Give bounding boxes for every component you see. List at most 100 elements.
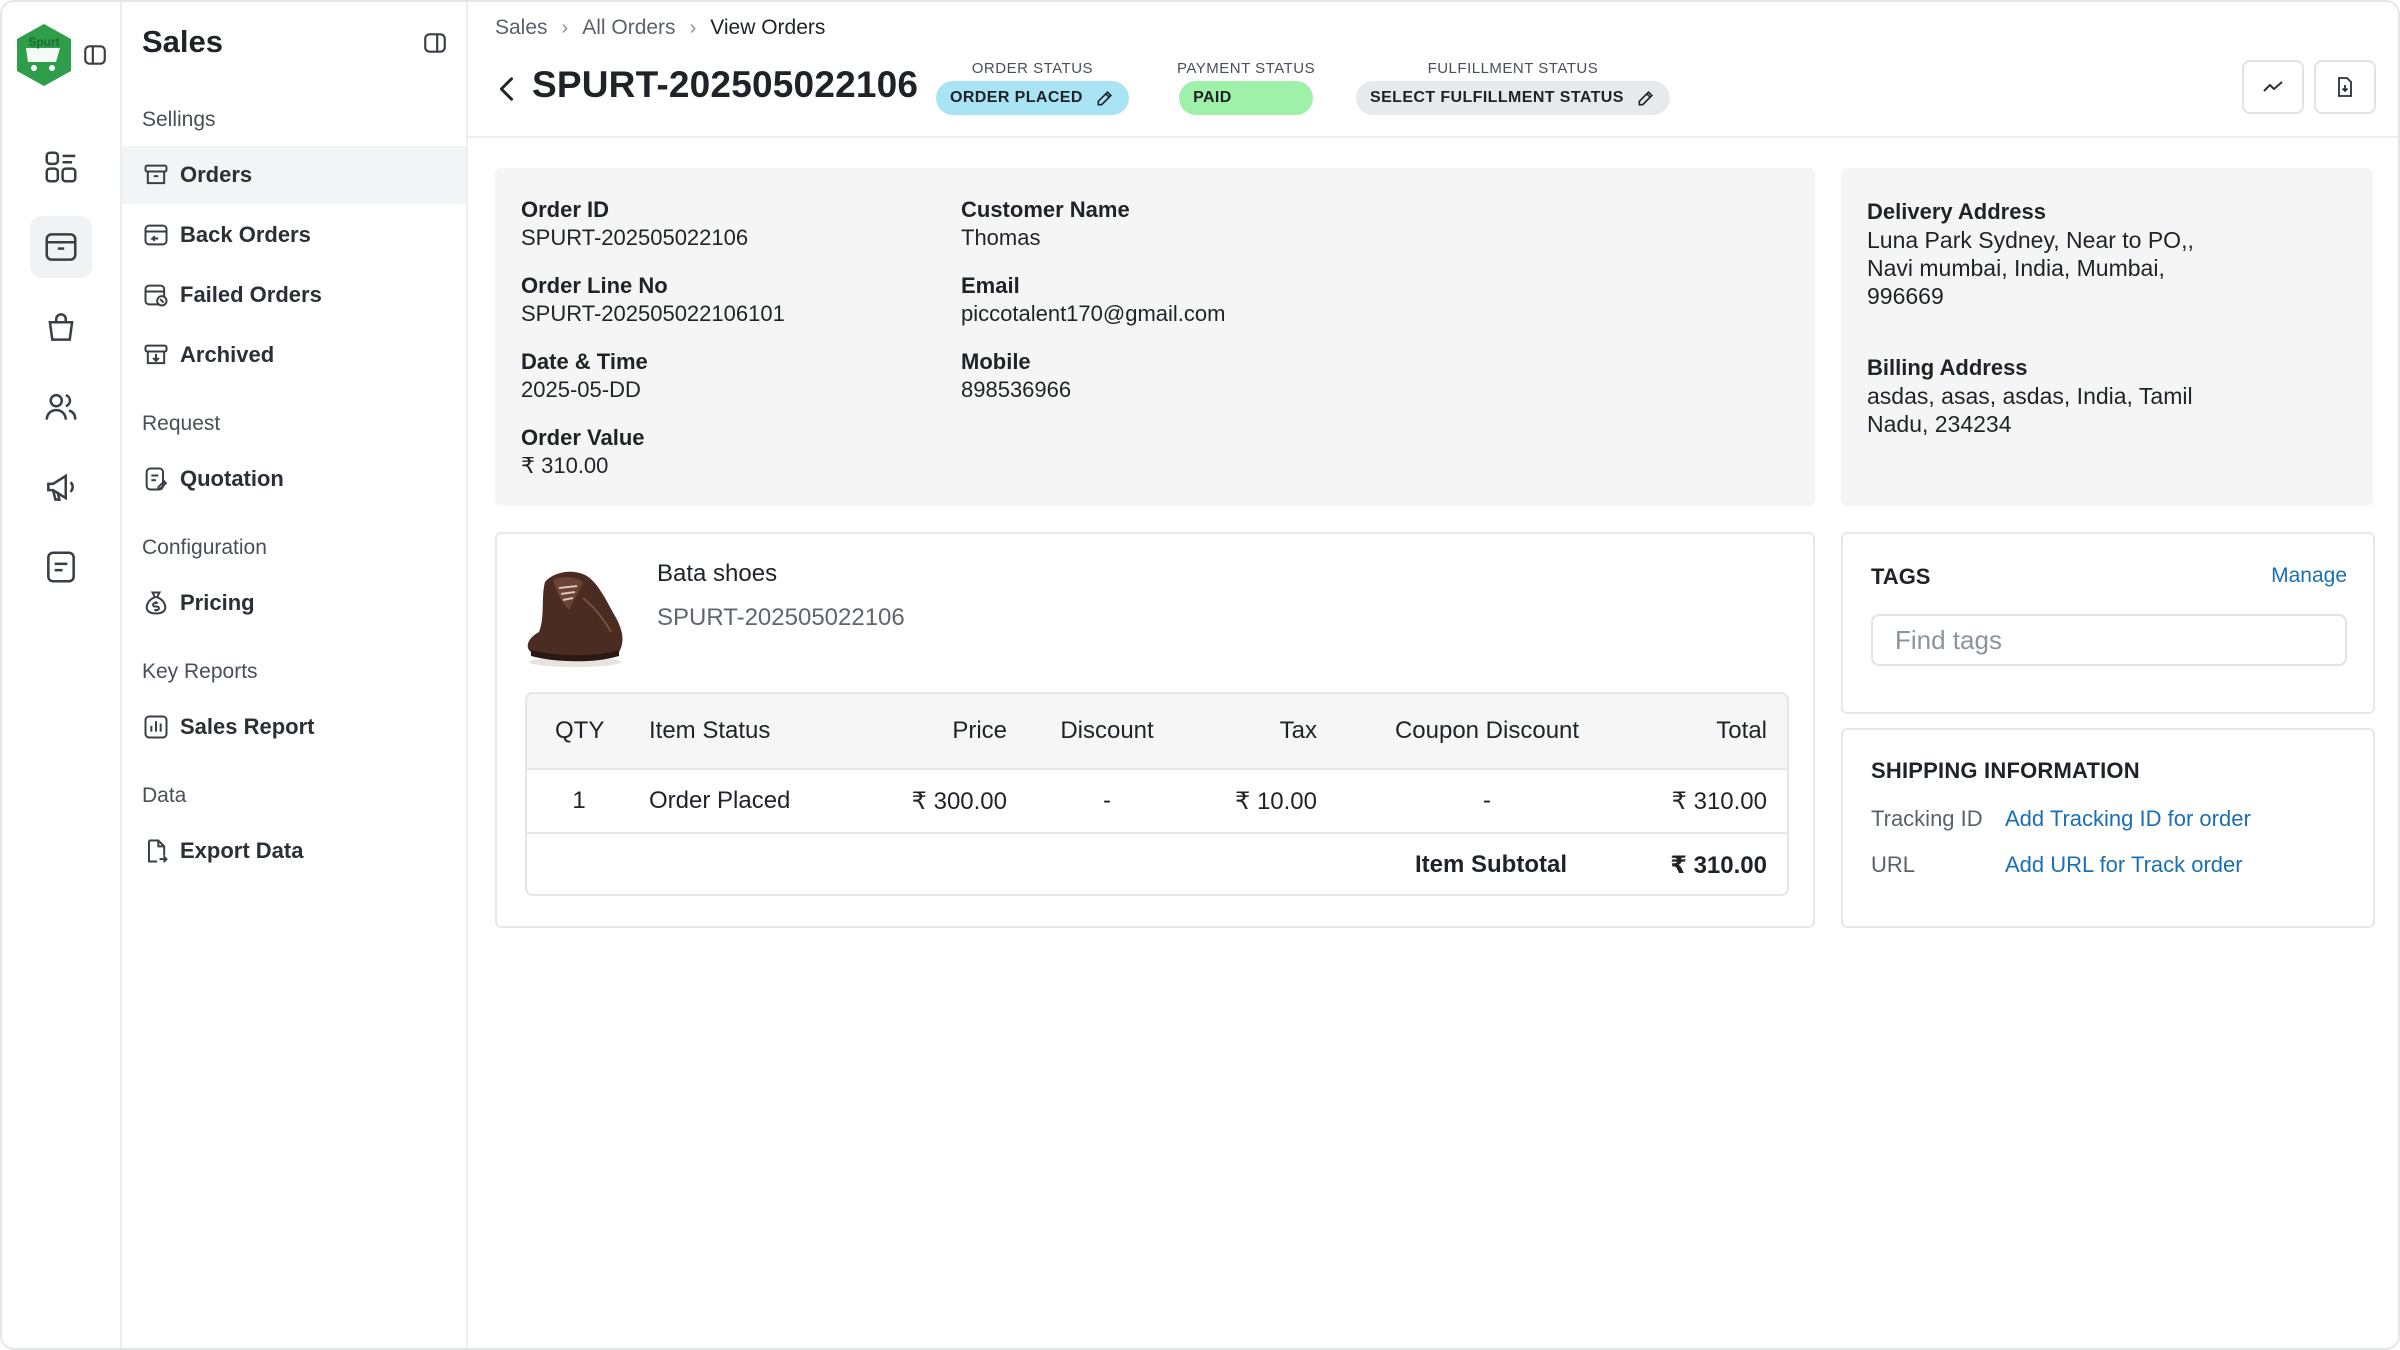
- main-content: Sales › All Orders › View Orders SPURT-2…: [468, 2, 2398, 1348]
- tracking-id-row: Tracking ID Add Tracking ID for order: [1871, 806, 2251, 832]
- tags-card: TAGS Manage: [1841, 532, 2375, 714]
- sidebar-item-label: Sales Report: [180, 714, 315, 739]
- mobile-field: Mobile 898536966: [961, 348, 1071, 404]
- header-divider: [468, 136, 2398, 138]
- sidebar-item-failed-orders[interactable]: Failed Orders: [122, 266, 466, 324]
- sidebar-item-label: Pricing: [180, 590, 255, 615]
- dashboard-icon[interactable]: [30, 136, 92, 198]
- table-header-row: QTY Item Status Price Discount Tax Coupo…: [527, 694, 1787, 770]
- order-items-table: QTY Item Status Price Discount Tax Coupo…: [525, 692, 1789, 896]
- sidebar-item-label: Orders: [180, 162, 253, 187]
- order-value-value: ₹ 310.00: [521, 453, 609, 478]
- sales-sidebar: Sales Sellings Orders Back Orders Failed…: [122, 2, 468, 1348]
- product-name: Bata shoes: [657, 560, 778, 587]
- order-value-label: Order Value: [521, 425, 645, 450]
- report-chart-icon: [144, 715, 168, 739]
- sidebar-item-archived[interactable]: Archived: [122, 326, 466, 384]
- order-status-badge[interactable]: ORDER PLACED: [936, 81, 1129, 115]
- analytics-button[interactable]: [2242, 60, 2304, 114]
- breadcrumb-all-orders[interactable]: All Orders: [582, 16, 675, 40]
- column-header-qty: QTY: [555, 717, 605, 744]
- edit-pencil-icon[interactable]: [1095, 88, 1115, 108]
- cell-tax: ₹ 10.00: [1235, 787, 1317, 815]
- table-row: 1 Order Placed ₹ 300.00 - ₹ 10.00 - ₹ 31…: [527, 770, 1787, 834]
- customer-name-field: Customer Name Thomas: [961, 196, 1130, 252]
- edit-pencil-icon[interactable]: [1636, 88, 1656, 108]
- column-header-coupon-discount: Coupon Discount: [1394, 717, 1580, 744]
- spurt-logo[interactable]: Spurt: [14, 22, 74, 88]
- delivery-address-line: 996669: [1867, 283, 1944, 309]
- chevron-right-icon: ›: [689, 16, 697, 39]
- payment-status-group: PAYMENT STATUS PAID: [1177, 60, 1315, 115]
- cell-qty: 1: [572, 787, 586, 814]
- cell-total: ₹ 310.00: [1671, 787, 1767, 815]
- collapse-panel-icon[interactable]: [422, 30, 448, 56]
- sidebar-item-orders[interactable]: Orders: [122, 146, 466, 204]
- sidebar-item-label: Back Orders: [180, 222, 311, 247]
- delivery-address-field: Delivery Address Luna Park Sydney, Near …: [1867, 198, 2194, 310]
- mobile-label: Mobile: [961, 349, 1031, 374]
- order-items-card: Bata shoes SPURT-202505022106 QTY Item S…: [495, 532, 1815, 928]
- date-time-label: Date & Time: [521, 349, 648, 374]
- manage-tags-link[interactable]: Manage: [2271, 564, 2347, 588]
- order-status-value: ORDER PLACED: [950, 89, 1083, 106]
- date-time-field: Date & Time 2025-05-DD: [521, 348, 648, 404]
- fulfillment-status-badge[interactable]: SELECT FULFILLMENT STATUS: [1356, 81, 1670, 115]
- cell-item-status: Order Placed: [649, 787, 791, 814]
- sidebar-toggle-icon[interactable]: [82, 42, 108, 68]
- breadcrumb-sales[interactable]: Sales: [495, 16, 548, 40]
- nav-section-key-reports: Key Reports: [142, 660, 258, 683]
- tracking-id-label: Tracking ID: [1871, 806, 1983, 831]
- sidebar-item-label: Archived: [180, 342, 275, 367]
- file-download-icon: [2338, 77, 2352, 97]
- sidebar-item-pricing[interactable]: Pricing: [122, 574, 466, 632]
- sidebar-item-export-data[interactable]: Export Data: [122, 822, 466, 880]
- order-status-label: ORDER STATUS: [971, 60, 1094, 77]
- cell-price: ₹ 300.00: [911, 787, 1007, 815]
- sidebar-item-label: Failed Orders: [180, 282, 322, 307]
- billing-address-line: Nadu, 234234: [1867, 411, 2012, 437]
- customer-name-value: Thomas: [961, 225, 1041, 250]
- trend-line-icon: [2263, 81, 2283, 92]
- export-file-icon: [148, 839, 168, 863]
- order-line-field: Order Line No SPURT-202505022106101: [521, 272, 785, 328]
- archive-download-icon: [144, 344, 168, 365]
- billing-address-label: Billing Address: [1867, 355, 2028, 380]
- users-icon[interactable]: [30, 376, 92, 438]
- sidebar-item-sales-report[interactable]: Sales Report: [122, 698, 466, 756]
- sidebar-item-quotation[interactable]: Quotation: [122, 450, 466, 508]
- failed-box-icon: [144, 284, 168, 307]
- order-status-group: ORDER STATUS ORDER PLACED: [936, 60, 1129, 115]
- nav-section-data: Data: [142, 784, 187, 807]
- shoe-image: [523, 558, 629, 670]
- quotation-icon: [145, 467, 168, 491]
- subtotal-label: Item Subtotal: [1414, 851, 1567, 878]
- url-label: URL: [1871, 852, 1916, 877]
- delivery-address-line: Navi mumbai, India, Mumbai,: [1867, 255, 2165, 281]
- money-bag-icon: [145, 591, 167, 615]
- column-header-discount: Discount: [1060, 717, 1154, 744]
- logo-text: Spurt: [28, 35, 59, 49]
- billing-address-line: asdas, asas, asdas, India, Tamil: [1867, 383, 2193, 409]
- order-id-label: Order ID: [521, 197, 610, 222]
- find-tags-input[interactable]: [1871, 614, 2347, 666]
- back-arrow-icon[interactable]: [493, 72, 521, 106]
- orders-box-icon[interactable]: [30, 216, 92, 278]
- download-invoice-button[interactable]: [2314, 60, 2376, 114]
- email-label: Email: [961, 273, 1020, 298]
- sidebar-title: Sales: [142, 24, 224, 59]
- sidebar-item-back-orders[interactable]: Back Orders: [122, 206, 466, 264]
- notes-icon[interactable]: [30, 536, 92, 598]
- customer-name-label: Customer Name: [961, 197, 1130, 222]
- breadcrumb-view-orders: View Orders: [710, 16, 826, 39]
- add-tracking-url-link[interactable]: Add URL for Track order: [2005, 852, 2243, 878]
- fulfillment-status-group: FULFILLMENT STATUS SELECT FULFILLMENT ST…: [1356, 60, 1670, 115]
- add-tracking-id-link[interactable]: Add Tracking ID for order: [2005, 806, 2251, 832]
- date-time-value: 2025-05-DD: [521, 377, 641, 402]
- shipping-info-card: SHIPPING INFORMATION Tracking ID Add Tra…: [1841, 728, 2375, 928]
- shopping-bag-icon[interactable]: [30, 296, 92, 358]
- icon-rail: Spurt: [2, 2, 122, 1348]
- address-card: Delivery Address Luna Park Sydney, Near …: [1841, 168, 2373, 506]
- cell-discount: -: [1103, 787, 1111, 814]
- megaphone-icon[interactable]: [30, 456, 92, 518]
